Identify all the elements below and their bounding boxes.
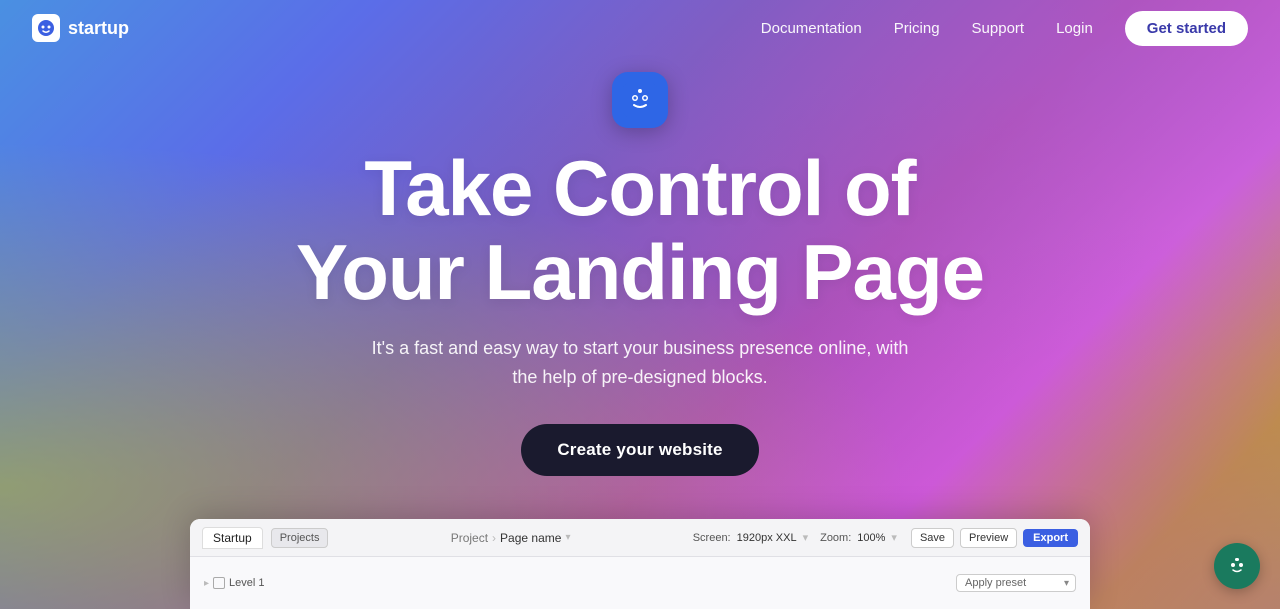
breadcrumb-page: Page name bbox=[500, 531, 561, 545]
zoom-label: Zoom: bbox=[820, 532, 851, 544]
breadcrumb-project: Project bbox=[451, 531, 488, 545]
logo-text: startup bbox=[68, 18, 129, 39]
editor-preset-label: Apply preset bbox=[965, 577, 1026, 589]
zoom-chevron: ▾ bbox=[891, 531, 897, 544]
editor-save-button[interactable]: Save bbox=[911, 528, 954, 548]
nav-login[interactable]: Login bbox=[1056, 20, 1093, 37]
nav-support[interactable]: Support bbox=[972, 20, 1025, 37]
editor-body: ▸ Level 1 Apply preset ▾ bbox=[190, 557, 1090, 609]
editor-toolbar-right: Screen: 1920px XXL ▾ Zoom: 100% ▾ Save P… bbox=[693, 528, 1078, 548]
screen-value: 1920px XXL bbox=[737, 532, 797, 544]
hero-robot-icon bbox=[612, 72, 668, 128]
logo[interactable]: startup bbox=[32, 14, 129, 42]
preset-chevron: ▾ bbox=[1064, 578, 1069, 589]
hero-title-line2: Your Landing Page bbox=[296, 228, 984, 316]
editor-preview-button[interactable]: Preview bbox=[960, 528, 1017, 548]
editor-level-checkbox[interactable] bbox=[213, 577, 225, 589]
editor-toolbar: Startup Projects Project › Page name ▾ S… bbox=[190, 519, 1090, 557]
screen-label: Screen: bbox=[693, 532, 731, 544]
logo-icon bbox=[32, 14, 60, 42]
screen-chevron: ▾ bbox=[803, 531, 809, 544]
editor-preset-bar: Apply preset ▾ bbox=[275, 574, 1076, 592]
breadcrumb-sep: › bbox=[492, 531, 496, 545]
hero-title: Take Control of Your Landing Page bbox=[296, 146, 984, 314]
editor-level-label: Level 1 bbox=[229, 577, 264, 589]
editor-tab-projects[interactable]: Projects bbox=[271, 528, 329, 548]
nav-pricing[interactable]: Pricing bbox=[894, 20, 940, 37]
navbar: startup Documentation Pricing Support Lo… bbox=[0, 0, 1280, 56]
hero-title-line1: Take Control of bbox=[364, 144, 915, 232]
hero-subtitle: It's a fast and easy way to start your b… bbox=[370, 334, 910, 392]
hero-create-website-button[interactable]: Create your website bbox=[521, 424, 758, 476]
nav-get-started-button[interactable]: Get started bbox=[1125, 11, 1248, 46]
editor-tab-startup[interactable]: Startup bbox=[202, 527, 263, 549]
breadcrumb-page-chevron: ▾ bbox=[565, 532, 570, 543]
hero-section: startup Documentation Pricing Support Lo… bbox=[0, 0, 1280, 609]
zoom-value: 100% bbox=[857, 532, 885, 544]
hero-content: Take Control of Your Landing Page It's a… bbox=[296, 72, 984, 476]
fab-button[interactable] bbox=[1214, 543, 1260, 589]
editor-breadcrumb: Project › Page name ▾ bbox=[336, 531, 684, 545]
nav-links: Documentation Pricing Support Login Get … bbox=[761, 11, 1248, 46]
editor-export-button[interactable]: Export bbox=[1023, 529, 1078, 547]
nav-documentation[interactable]: Documentation bbox=[761, 20, 862, 37]
editor-preset-select[interactable]: Apply preset ▾ bbox=[956, 574, 1076, 592]
editor-level: ▸ Level 1 bbox=[204, 577, 265, 589]
editor-preview: Startup Projects Project › Page name ▾ S… bbox=[190, 519, 1090, 609]
